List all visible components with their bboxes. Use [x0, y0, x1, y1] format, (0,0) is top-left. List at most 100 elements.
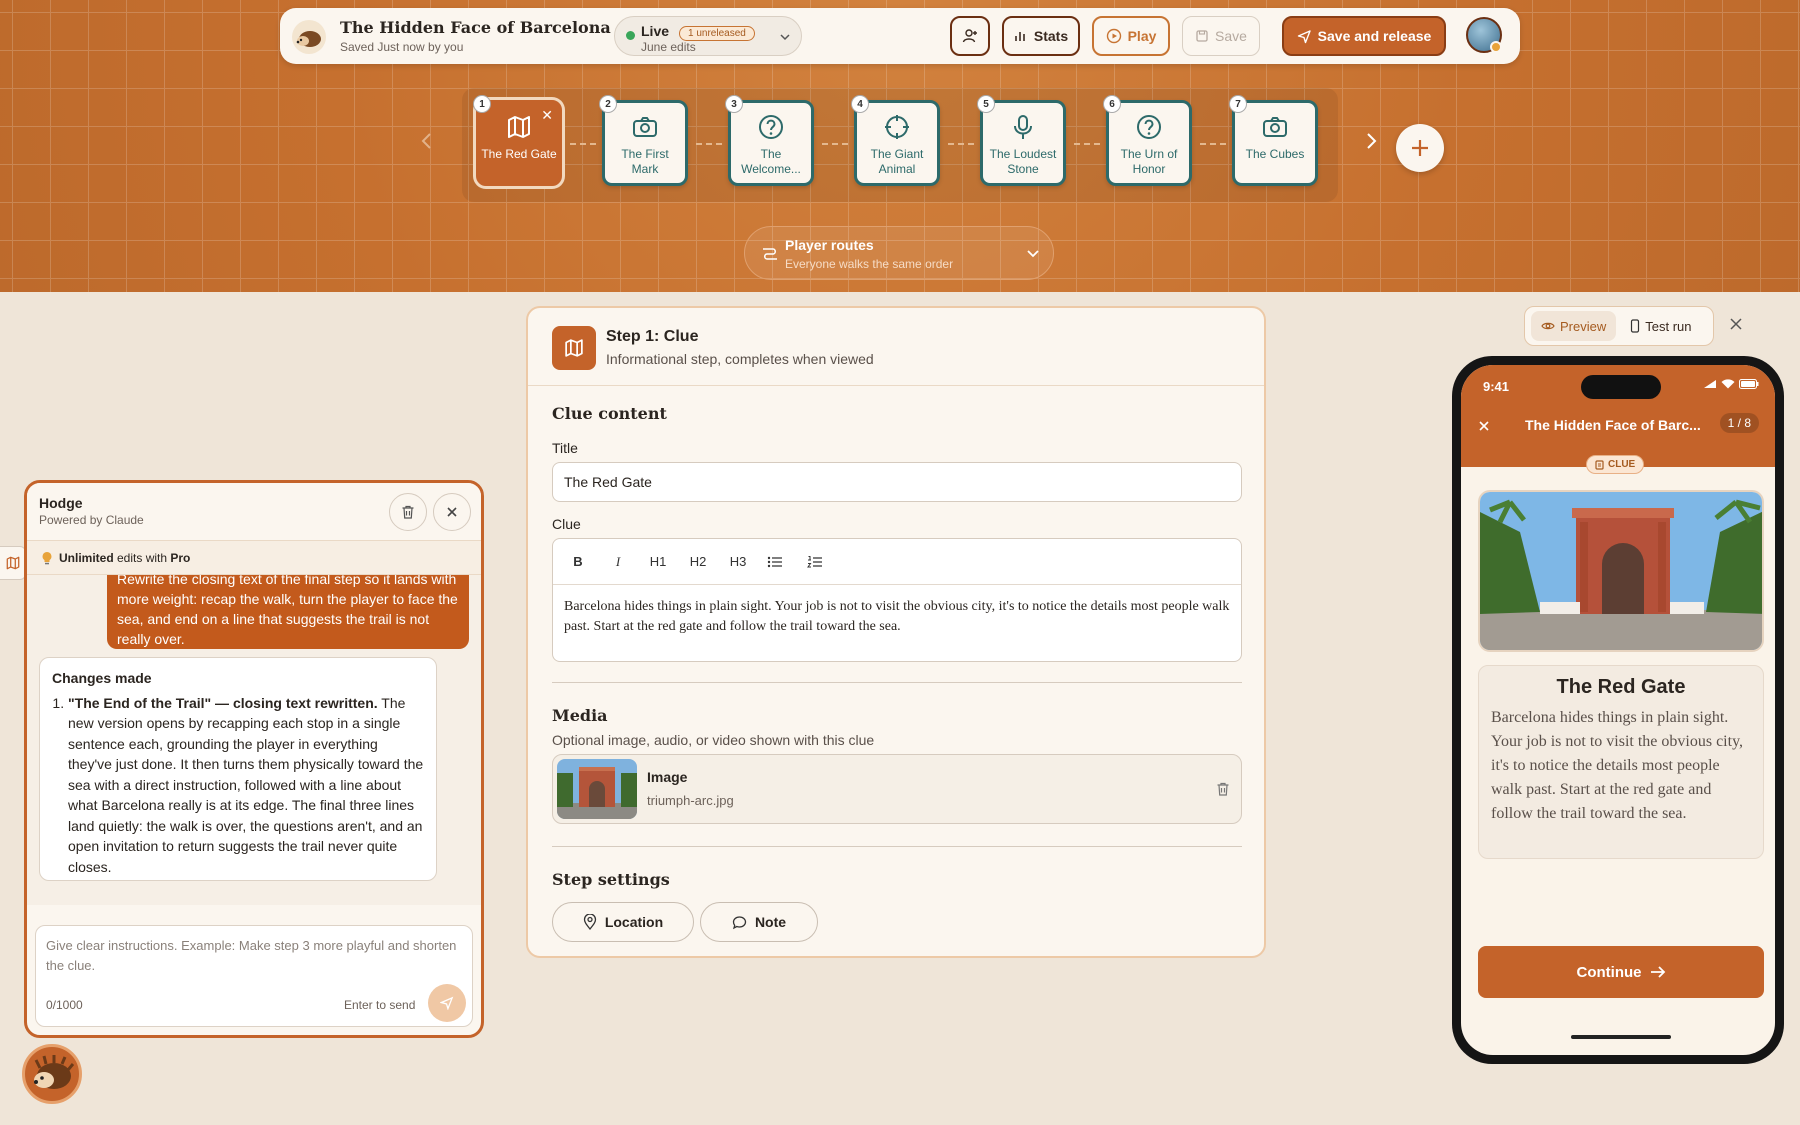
clue-editor[interactable]: B I H1 H2 H3 Barcelona hides things in p… [552, 538, 1242, 662]
crosshair-icon [857, 113, 937, 141]
step-label: The Red Gate [481, 147, 557, 161]
clue-title-input[interactable] [552, 462, 1242, 502]
media-type: Image [647, 769, 688, 785]
step-connector [696, 143, 722, 145]
italic-button[interactable]: I [607, 554, 629, 570]
step-number: 5 [977, 95, 995, 113]
step-card-7[interactable]: 7 The Cubes [1229, 95, 1318, 186]
continue-button[interactable]: Continue [1478, 946, 1764, 998]
clue-text[interactable]: Barcelona hides things in plain sight. Y… [553, 585, 1241, 649]
step-card-6[interactable]: 6 The Urn of Honor [1103, 95, 1192, 186]
save-and-release-button[interactable]: Save and release [1282, 16, 1446, 56]
clear-chat-button[interactable] [389, 493, 427, 531]
trash-icon [400, 504, 416, 520]
media-item[interactable]: Image triumph-arc.jpg [552, 754, 1242, 824]
bar-chart-icon [1014, 29, 1028, 43]
phone-preview: 9:41 The Hidden Face of Barc... 1 / 8 CL… [1452, 356, 1784, 1064]
live-label: Live [641, 23, 670, 39]
chat-input-placeholder[interactable]: Give clear instructions. Example: Make s… [46, 936, 462, 976]
change-title: "The End of the Trail" — closing text re… [68, 694, 378, 711]
clue-body: Barcelona hides things in plain sight. Y… [1491, 709, 1744, 822]
step-card-4[interactable]: 4 The Giant Animal [851, 95, 940, 186]
step-connector [1200, 143, 1226, 145]
clue-card: The Red Gate Barcelona hides things in p… [1478, 665, 1764, 859]
location-button[interactable]: Location [552, 902, 694, 942]
note-button[interactable]: Note [700, 902, 818, 942]
close-chat-button[interactable] [433, 493, 471, 531]
chevron-down-icon [1025, 245, 1041, 261]
test-run-tab[interactable]: Test run [1620, 311, 1701, 341]
play-label: Play [1127, 28, 1157, 44]
heading2-button[interactable]: H2 [687, 554, 709, 569]
section-divider [552, 846, 1242, 847]
phone-screen: 9:41 The Hidden Face of Barc... 1 / 8 CL… [1461, 365, 1775, 1055]
bold-button[interactable]: B [567, 554, 589, 569]
home-indicator [1571, 1035, 1671, 1039]
step-connector [1074, 143, 1100, 145]
app-header: The Hidden Face of Barcelona Saved Just … [280, 8, 1520, 64]
saved-status: Saved Just now by you [340, 40, 464, 54]
step-card-2[interactable]: 2 The First Mark [599, 95, 688, 186]
chat-messages[interactable]: Rewrite the closing text of the final st… [27, 575, 481, 905]
camera-icon [605, 113, 685, 141]
phone-step-counter: 1 / 8 [1719, 413, 1759, 433]
scroll-right-icon[interactable] [1364, 132, 1378, 150]
player-routes-selector[interactable]: Player routes Everyone walks the same or… [744, 226, 1054, 280]
step-number: 3 [725, 95, 743, 113]
map-toggle-tab[interactable] [0, 546, 26, 580]
heading1-button[interactable]: H1 [647, 554, 669, 569]
plus-icon [1409, 137, 1431, 159]
question-icon [731, 113, 811, 141]
trash-icon[interactable] [1215, 781, 1231, 797]
add-user-icon [962, 28, 978, 44]
step-card-1[interactable]: 1 ✕ The Red Gate [473, 95, 562, 186]
release-label: Save and release [1317, 28, 1432, 44]
lightbulb-icon [41, 551, 53, 565]
add-step-button[interactable] [1396, 124, 1444, 172]
step-card-3[interactable]: 3 The Welcome... [725, 95, 814, 186]
step-card-5[interactable]: 5 The Loudest Stone [977, 95, 1066, 186]
assistant-launcher-button[interactable] [22, 1044, 82, 1104]
eye-icon [1541, 321, 1555, 331]
change-detail: The new version opens by recapping each … [68, 694, 424, 875]
play-circle-icon [1106, 28, 1122, 44]
step-connector [948, 143, 974, 145]
version-selector[interactable]: Live 1 unreleased June edits [614, 16, 802, 56]
numbered-list-icon[interactable] [807, 555, 829, 569]
step-number: 6 [1103, 95, 1121, 113]
hedgehog-logo-icon[interactable] [292, 20, 326, 54]
bullet-list-icon[interactable] [767, 555, 789, 569]
promo-pro: Pro [170, 550, 191, 565]
assistant-message: Changes made "The End of the Trail" — cl… [39, 657, 437, 881]
heading3-button[interactable]: H3 [727, 554, 749, 569]
continue-label: Continue [1576, 963, 1642, 981]
step-settings-heading: Step settings [552, 870, 670, 889]
project-title[interactable]: The Hidden Face of Barcelona [340, 18, 629, 37]
close-icon[interactable] [1728, 316, 1744, 332]
send-icon [1297, 29, 1312, 44]
step-label: The First Mark [621, 147, 669, 176]
clue-content-heading: Clue content [552, 404, 667, 423]
close-icon[interactable] [1477, 419, 1491, 433]
avatar[interactable] [1466, 17, 1502, 53]
clue-image [1478, 490, 1764, 652]
pro-promo-banner[interactable]: Unlimited edits with Pro [27, 541, 481, 575]
question-icon [1109, 113, 1189, 141]
save-disk-icon [1195, 29, 1209, 43]
step-label: The Urn of Honor [1120, 147, 1178, 176]
scroll-left-icon[interactable] [420, 132, 434, 150]
send-button[interactable] [428, 984, 466, 1022]
clue-label: Clue [552, 516, 581, 532]
stats-button[interactable]: Stats [1002, 16, 1080, 56]
version-name: June edits [641, 40, 696, 54]
play-button[interactable]: Play [1092, 16, 1170, 56]
save-button[interactable]: Save [1182, 16, 1260, 56]
arrow-right-icon [1650, 965, 1666, 979]
chat-input-box[interactable]: Give clear instructions. Example: Make s… [35, 925, 473, 1027]
map-icon [479, 113, 559, 141]
assistant-name: Hodge [39, 495, 83, 511]
routes-title: Player routes [785, 237, 874, 253]
scroll-icon [1595, 459, 1604, 470]
collaborators-button[interactable] [950, 16, 990, 56]
preview-tab[interactable]: Preview [1531, 311, 1617, 341]
